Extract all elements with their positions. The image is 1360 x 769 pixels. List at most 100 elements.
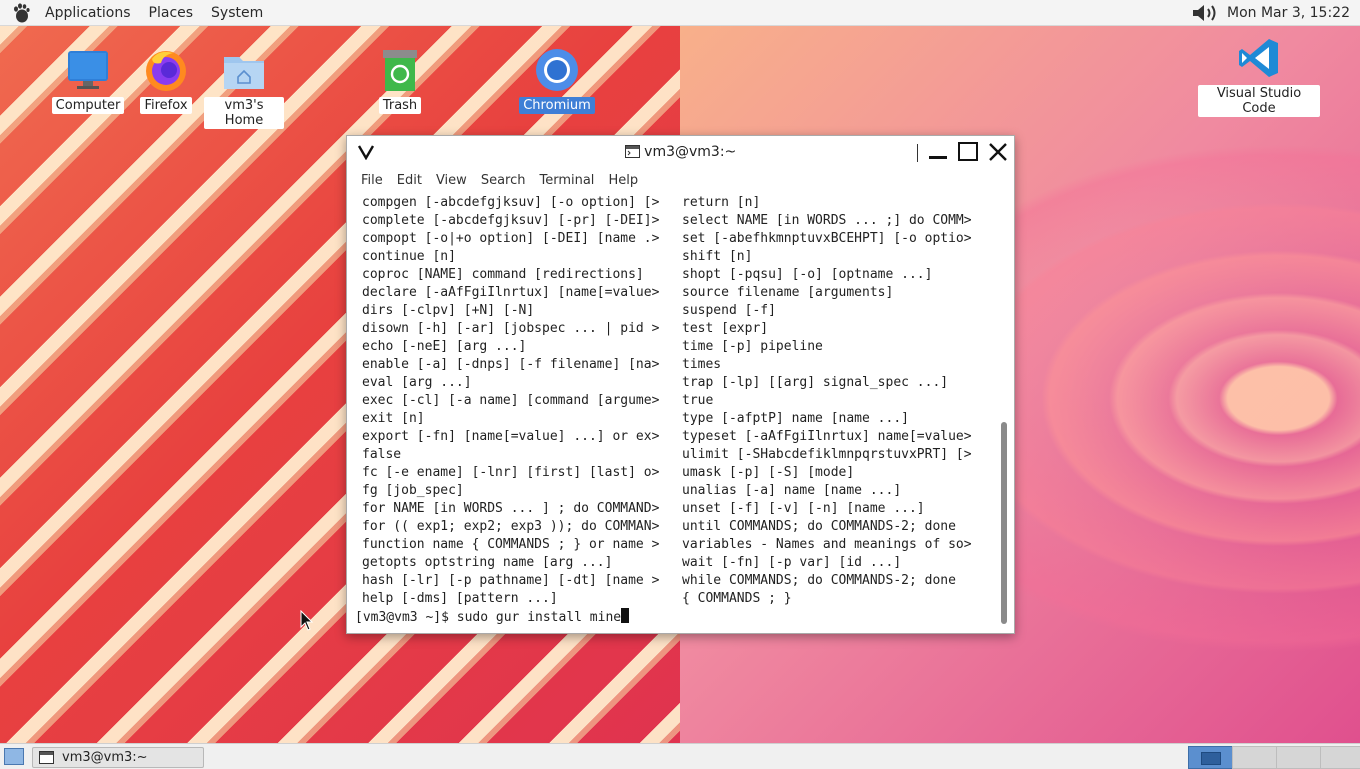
taskbar-item-terminal[interactable]: vm3@vm3:~: [32, 747, 204, 768]
desktop-icon-label: Computer: [51, 97, 125, 114]
shell-prompt: [vm3@vm3 ~]$: [355, 610, 457, 625]
terminal-line: fg [job_spec]: [362, 483, 464, 498]
terminal-line: fc [-e ename] [-lnr] [first] [last] o>: [362, 465, 660, 480]
terminal-line: unalias [-a] name [name ...]: [682, 483, 902, 498]
terminal-line: declare [-aAfFgiIlnrtux] [name[=value>: [362, 285, 660, 300]
terminal-line: false: [362, 447, 402, 462]
terminal-line: trap [-lp] [[arg] signal_spec ...]: [682, 375, 949, 390]
terminal-line: hash [-lr] [-p pathname] [-dt] [name >: [362, 573, 660, 588]
volume-icon[interactable]: [1191, 3, 1221, 23]
terminal-line: select NAME [in WORDS ... ;] do COMM>: [682, 213, 972, 228]
applications-menu[interactable]: Applications: [36, 5, 140, 21]
desktop-icon-chromium[interactable]: Chromium: [517, 47, 597, 114]
desktop-icon-label: Trash: [378, 97, 422, 114]
gnome-foot-icon[interactable]: [10, 2, 32, 24]
terminal-line: suspend [-f]: [682, 303, 776, 318]
output-column-left: compgen [-abcdefgjksuv] [-o option] [> co…: [362, 194, 659, 608]
terminal-line: function name { COMMANDS ; } or name >: [362, 537, 660, 552]
terminal-window[interactable]: vm3@vm3:~ File Edit View Search Terminal…: [346, 135, 1015, 634]
desktop-icon-label: vm3's Home: [204, 97, 284, 129]
workspace-4[interactable]: [1320, 746, 1360, 769]
terminal-line: time [-p] pipeline: [682, 339, 823, 354]
terminal-line: return [n]: [682, 195, 761, 210]
terminal-line: eval [arg ...]: [362, 375, 472, 390]
menu-terminal[interactable]: Terminal: [532, 173, 601, 188]
terminal-line: test [expr]: [682, 321, 769, 336]
terminal-line: unset [-f] [-v] [-n] [name ...]: [682, 501, 925, 516]
terminal-line: echo [-neE] [arg ...]: [362, 339, 527, 354]
terminal-line: while COMMANDS; do COMMANDS-2; done: [682, 573, 956, 588]
desktop-icon-label: Chromium: [519, 97, 595, 114]
close-icon[interactable]: [987, 141, 1009, 163]
text-cursor: [621, 608, 630, 623]
terminal-line: coproc [NAME] command [redirections]: [362, 267, 644, 282]
output-column-right: return [n] select NAME [in WORDS ... ;] d…: [682, 194, 972, 608]
terminal-line: getopts optstring name [arg ...]: [362, 555, 613, 570]
scrollbar-thumb[interactable]: [1001, 422, 1007, 624]
terminal-line: help [-dms] [pattern ...]: [362, 591, 558, 606]
clock[interactable]: Mon Mar 3, 15:22: [1227, 5, 1350, 21]
maximize-icon[interactable]: [957, 141, 979, 163]
terminal-line: source filename [arguments]: [682, 285, 894, 300]
terminal-line: ulimit [-SHabcdefiklmnpqrstuvxPRT] [>: [682, 447, 972, 462]
terminal-line: exit [n]: [362, 411, 425, 426]
terminal-line: dirs [-clpv] [+N] [-N]: [362, 303, 535, 318]
desktop-icon-label: Visual Studio Code: [1198, 85, 1320, 117]
terminal-line: times: [682, 357, 722, 372]
computer-icon: [65, 47, 111, 93]
terminal-line: type [-afptP] name [name ...]: [682, 411, 909, 426]
menu-search[interactable]: Search: [474, 173, 533, 188]
menu-help[interactable]: Help: [601, 173, 645, 188]
terminal-title-area: vm3@vm3:~: [347, 144, 1014, 160]
desktop-icon-home[interactable]: vm3's Home: [204, 47, 284, 129]
home-folder-icon: [221, 47, 267, 93]
desktop-icon-firefox[interactable]: Firefox: [126, 47, 206, 114]
titlebar-divider: [917, 144, 918, 162]
show-desktop-icon[interactable]: [4, 748, 24, 765]
workspace-2[interactable]: [1232, 746, 1278, 769]
terminal-line: variables - Names and meanings of so>: [682, 537, 972, 552]
system-menu[interactable]: System: [202, 5, 272, 21]
terminal-icon: [624, 145, 640, 158]
places-menu[interactable]: Places: [140, 5, 203, 21]
terminal-line: complete [-abcdefgjksuv] [-pr] [-DEI]>: [362, 213, 660, 228]
terminal-line: { COMMANDS ; }: [682, 591, 792, 606]
terminal-line: umask [-p] [-S] [mode]: [682, 465, 855, 480]
terminal-line: compgen [-abcdefgjksuv] [-o option] [>: [362, 195, 660, 210]
terminal-line: continue [n]: [362, 249, 456, 264]
desktop-icon-label: Firefox: [140, 97, 192, 114]
terminal-line: wait [-fn] [-p var] [id ...]: [682, 555, 902, 570]
chromium-icon: [534, 47, 580, 93]
workspace-3[interactable]: [1276, 746, 1322, 769]
terminal-line: shopt [-pqsu] [-o] [optname ...]: [682, 267, 933, 282]
desktop-icon-trash[interactable]: Trash: [360, 47, 440, 114]
terminal-line: shift [n]: [682, 249, 753, 264]
desktop-icon-vscode[interactable]: Visual Studio Code: [1198, 35, 1320, 117]
terminal-line: for NAME [in WORDS ... ] ; do COMMAND>: [362, 501, 660, 516]
minimize-icon[interactable]: [927, 142, 949, 162]
terminal-line: for (( exp1; exp2; exp3 )); do COMMAN>: [362, 519, 660, 534]
window-title: vm3@vm3:~: [644, 144, 737, 160]
trash-icon: [377, 47, 423, 93]
menu-edit[interactable]: Edit: [390, 173, 429, 188]
firefox-icon: [143, 47, 189, 93]
bottom-panel: vm3@vm3:~: [0, 743, 1360, 769]
prompt-line[interactable]: [vm3@vm3 ~]$ sudo gur install mine: [355, 608, 630, 627]
terminal-scrollbar[interactable]: [1000, 194, 1008, 628]
vscode-icon: [1236, 35, 1282, 81]
top-panel: Applications Places System Mon Mar 3, 15…: [0, 0, 1360, 26]
terminal-titlebar[interactable]: vm3@vm3:~: [347, 136, 1014, 168]
desktop-icon-computer[interactable]: Computer: [48, 47, 128, 114]
menu-file[interactable]: File: [347, 173, 390, 188]
workspace-1[interactable]: [1188, 746, 1234, 769]
menu-view[interactable]: View: [429, 173, 474, 188]
terminal-line: exec [-cl] [-a name] [command [argume>: [362, 393, 660, 408]
terminal-line: enable [-a] [-dnps] [-f filename] [na>: [362, 357, 660, 372]
taskbar-item-label: vm3@vm3:~: [62, 750, 148, 765]
terminal-icon: [39, 751, 54, 764]
terminal-line: export [-fn] [name[=value] ...] or ex>: [362, 429, 660, 444]
terminal-line: typeset [-aAfFgiIlnrtux] name[=value>: [682, 429, 972, 444]
terminal-line: true: [682, 393, 714, 408]
command-input[interactable]: sudo gur install mine: [457, 610, 621, 625]
terminal-output[interactable]: compgen [-abcdefgjksuv] [-o option] [> co…: [354, 194, 990, 628]
